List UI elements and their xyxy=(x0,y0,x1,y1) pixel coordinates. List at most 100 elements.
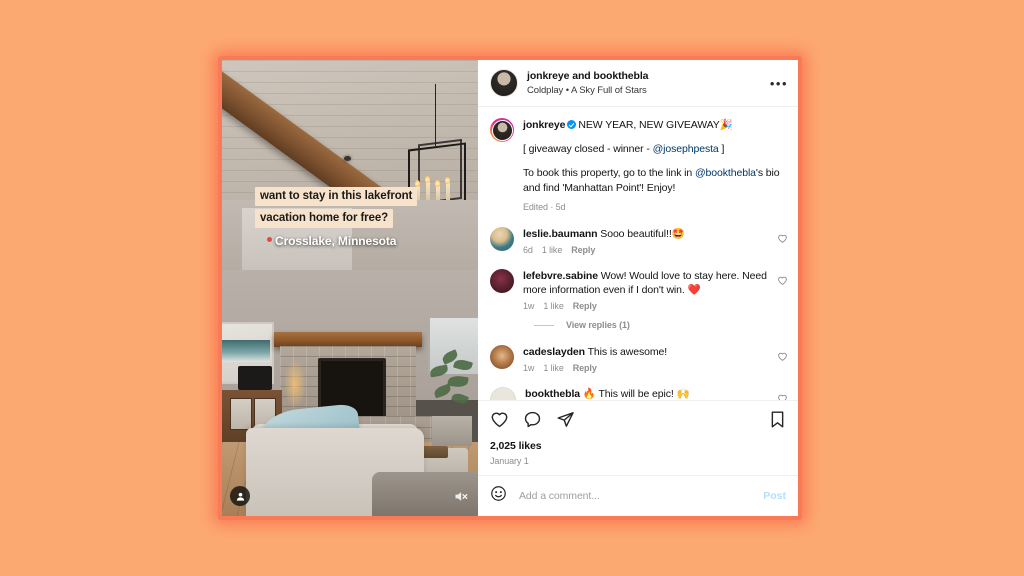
console-door xyxy=(230,398,252,430)
caption-winner-post: ] xyxy=(718,143,725,155)
caption-line-2: [ giveaway closed - winner - @josephpest… xyxy=(523,142,788,157)
header-username[interactable]: jonkreye and bookthebla xyxy=(527,70,764,83)
caption-booking-pre: To book this property, go to the link in xyxy=(523,167,695,179)
header-avatar[interactable] xyxy=(490,69,518,97)
comment-username[interactable]: leslie.baumann xyxy=(523,228,598,240)
caption-line-3: To book this property, go to the link in… xyxy=(523,166,788,196)
comment-text: cadeslayden This is awesome! xyxy=(523,345,774,359)
comment-meta: 1w 1 like Reply xyxy=(523,301,774,311)
overlay-location-label: Crosslake, Minnesota xyxy=(275,234,397,248)
header-text-block: jonkreye and bookthebla Coldplay • A Sky… xyxy=(527,70,764,97)
pot-light-icon xyxy=(344,156,351,161)
plant-leaf xyxy=(432,383,453,399)
comment-avatar[interactable] xyxy=(490,387,516,400)
comment-meta: 6d 1 like Reply xyxy=(523,245,774,255)
comment-meta: 1w 1 like Reply xyxy=(523,363,774,373)
bookmark-icon[interactable] xyxy=(768,410,787,434)
comment-username[interactable]: cadeslayden xyxy=(523,346,585,358)
post-header: jonkreye and bookthebla Coldplay • A Sky… xyxy=(478,60,798,107)
plant-leaf xyxy=(452,357,474,373)
post-stats: 2,025 likes January 1 xyxy=(478,439,798,475)
add-comment-input[interactable] xyxy=(517,489,756,503)
overlay-line-1: want to stay in this lakefront xyxy=(255,187,418,206)
comment-item: lefebvre.sabine Wow! Would love to stay … xyxy=(478,262,798,318)
comment-likes[interactable]: 1 like xyxy=(542,245,563,255)
comment-reply-button[interactable]: Reply xyxy=(571,245,595,255)
heart-icon[interactable] xyxy=(777,231,788,243)
comment-time: 1w xyxy=(523,363,535,373)
comment-message: Sooo beautiful!! xyxy=(600,228,672,240)
comment-message: This is awesome! xyxy=(587,346,668,358)
comment-body: cadeslayden This is awesome! 1w 1 like Rep… xyxy=(523,345,788,373)
comment-reply-button[interactable]: Reply xyxy=(573,363,597,373)
comment-body: lefebvre.sabine Wow! Would love to stay … xyxy=(523,269,788,311)
caption-avatar[interactable] xyxy=(490,118,514,142)
share-paperplane-icon[interactable] xyxy=(556,410,575,434)
caption-headline: NEW YEAR, NEW GIVEAWAY xyxy=(578,119,720,131)
fireplace-mantel xyxy=(274,332,422,347)
side-table xyxy=(432,416,472,446)
post-comment-button[interactable]: Post xyxy=(755,490,786,502)
plant-leaf xyxy=(450,391,470,406)
comment-likes[interactable]: 1 like xyxy=(543,363,564,373)
comment-emoji: 🤩 xyxy=(671,228,685,240)
comment-item: cadeslayden This is awesome! 1w 1 like Rep… xyxy=(478,338,798,380)
audio-muted-icon[interactable] xyxy=(452,488,468,504)
likes-count[interactable]: 2,025 likes xyxy=(490,440,786,452)
view-replies-label[interactable]: View replies (1) xyxy=(566,320,630,330)
comments-scroll-area[interactable]: jonkreye NEW YEAR, NEW GIVEAWAY🎉 [ giveaw… xyxy=(478,107,798,400)
heart-icon[interactable] xyxy=(777,391,788,400)
caption-winner-pre: [ giveaway closed - winner - xyxy=(523,143,653,155)
chandelier-cord xyxy=(435,84,436,146)
post-details-panel: jonkreye and bookthebla Coldplay • A Sky… xyxy=(478,60,798,516)
person-tag-icon[interactable] xyxy=(230,486,250,506)
emoji-smiley-icon[interactable] xyxy=(490,485,507,507)
more-options-icon[interactable]: ••• xyxy=(764,77,788,90)
comment-time: 1w xyxy=(523,301,535,311)
comment-text: leslie.baumann Sooo beautiful!!🤩 xyxy=(523,227,774,241)
plant-leaf xyxy=(447,374,469,389)
comment-message: This will be epic! xyxy=(598,388,674,400)
replies-dash xyxy=(534,324,554,326)
media-overlay-text: want to stay in this lakefront vacation … xyxy=(255,186,441,248)
comment-emoji: 🙌 xyxy=(676,388,690,400)
comment-text: bookthebla 🔥 This will be epic! 🙌 xyxy=(525,387,774,400)
comment-likes[interactable]: 1 like xyxy=(543,301,564,311)
overlay-location: Crosslake, Minnesota xyxy=(267,234,441,248)
hearth-glow xyxy=(284,360,306,408)
location-pin-icon xyxy=(267,237,272,242)
caption-line-1: jonkreye NEW YEAR, NEW GIVEAWAY🎉 xyxy=(523,118,788,133)
add-comment-bar: Post xyxy=(478,475,798,516)
comment-item: bookthebla 🔥 This will be epic! 🙌 1w17 l… xyxy=(478,380,798,400)
caption-block: jonkreye NEW YEAR, NEW GIVEAWAY🎉 [ giveaw… xyxy=(478,107,798,220)
comment-reply-button[interactable]: Reply xyxy=(573,301,597,311)
post-media[interactable]: want to stay in this lakefront vacation … xyxy=(222,60,478,516)
comment-avatar[interactable] xyxy=(490,269,514,293)
comment-bubble-icon[interactable] xyxy=(523,410,542,434)
comment-emoji-lead: 🔥 xyxy=(582,388,596,400)
potted-plant xyxy=(424,349,476,426)
caption-emoji: 🎉 xyxy=(719,119,733,131)
heart-icon[interactable] xyxy=(490,410,509,434)
post-action-bar xyxy=(478,400,798,439)
caption-winner-mention[interactable]: @josephpesta xyxy=(653,143,719,155)
candle-flame xyxy=(425,176,430,183)
screenshot-canvas: want to stay in this lakefront vacation … xyxy=(0,0,1024,576)
caption-username[interactable]: jonkreye xyxy=(523,119,565,131)
view-replies-row[interactable]: View replies (1) xyxy=(478,318,798,338)
post-date: January 1 xyxy=(490,456,529,466)
heart-icon[interactable] xyxy=(777,273,788,285)
heart-icon[interactable] xyxy=(777,349,788,361)
comment-username[interactable]: bookthebla xyxy=(525,388,580,400)
overlay-line-2: vacation home for free? xyxy=(255,209,394,228)
comment-username[interactable]: lefebvre.sabine xyxy=(523,270,598,282)
comment-emoji: ❤️ xyxy=(687,284,701,296)
verified-badge-icon xyxy=(567,120,577,129)
comment-avatar[interactable] xyxy=(490,345,514,369)
caption-booking-mention[interactable]: @bookthebla xyxy=(695,167,756,179)
comment-avatar[interactable] xyxy=(490,227,514,251)
television xyxy=(238,366,272,390)
plant-leaf xyxy=(429,364,449,378)
header-audio-track[interactable]: Coldplay • A Sky Full of Stars xyxy=(527,85,764,97)
candle-flame xyxy=(445,177,450,184)
